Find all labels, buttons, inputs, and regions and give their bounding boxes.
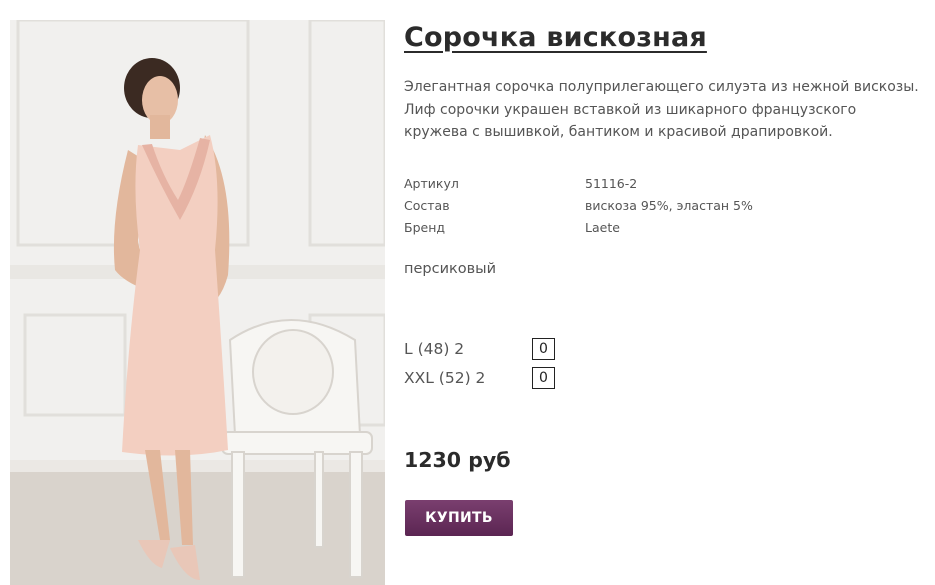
product-price: 1230 руб [404,448,511,472]
size-label: XXL (52) 2 [404,368,486,387]
product-photo [10,20,385,585]
spec-value: вискоза 95%, эластан 5% [585,197,753,213]
size-row-xxl: XXL (52) 2 [404,363,555,392]
quantity-input-xxl[interactable] [532,366,555,389]
size-row-l: L (48) 2 [404,334,555,363]
spec-row-article: Артикул 51116-2 [404,172,804,194]
spec-value: Laete [585,219,620,235]
quantity-input-l[interactable] [532,337,555,360]
size-label: L (48) 2 [404,339,465,358]
spec-label: Состав [404,197,450,213]
buy-button[interactable]: КУПИТЬ [405,500,513,536]
size-list: L (48) 2 XXL (52) 2 [404,334,555,392]
spec-label: Артикул [404,175,459,191]
product-description: Элегантная сорочка полуприлегающего силу… [404,79,919,140]
spec-label: Бренд [404,219,446,235]
product-color: персиковый [404,261,497,277]
spec-row-composition: Состав вискоза 95%, эластан 5% [404,194,804,216]
specs-table: Артикул 51116-2 Состав вискоза 95%, элас… [404,172,804,238]
product-title: Сорочка вискозная [404,22,707,53]
spec-value: 51116-2 [585,175,638,191]
spec-row-brand: Бренд Laete [404,216,804,238]
product-image [10,20,385,585]
